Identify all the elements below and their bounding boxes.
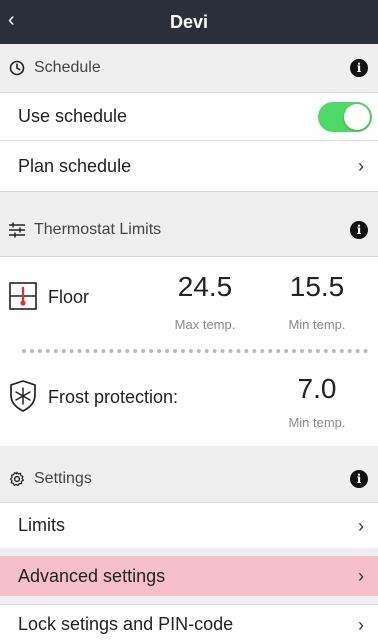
thermostat-info-icon[interactable]: i bbox=[350, 221, 368, 239]
floor-label: Floor bbox=[48, 287, 90, 307]
floor-sensor-icon bbox=[8, 281, 38, 311]
thermostat-section-header: Thermostat Limits i bbox=[0, 204, 378, 256]
use-schedule-toggle[interactable] bbox=[318, 101, 372, 132]
toggle-knob bbox=[344, 103, 370, 130]
chevron-right-icon: › bbox=[358, 156, 364, 176]
settings-item-label: Limits bbox=[18, 515, 66, 535]
schedule-section-title: Schedule bbox=[34, 59, 101, 76]
settings-item-label: Advanced settings bbox=[18, 565, 166, 586]
thermostat-limits-panel[interactable]: Floor 24.5 Max temp. 15.5 Min temp. Fros… bbox=[0, 256, 378, 446]
settings-item-limits[interactable]: Limits › bbox=[0, 502, 378, 548]
settings-item-lock-pin[interactable]: Lock setings and PIN-code › bbox=[0, 604, 378, 644]
frost-shield-icon bbox=[8, 379, 38, 413]
clock-icon bbox=[8, 59, 26, 77]
sliders-icon bbox=[8, 221, 26, 239]
schedule-info-icon[interactable]: i bbox=[350, 59, 368, 77]
chevron-right-icon: › bbox=[358, 614, 364, 635]
top-bar: ‹ Devi bbox=[0, 0, 378, 44]
floor-max-label: Max temp. bbox=[174, 317, 236, 332]
page-title: Devi bbox=[169, 12, 209, 32]
settings-section-header: Settings i bbox=[0, 456, 378, 502]
use-schedule-row: Use schedule bbox=[0, 92, 378, 140]
frost-min-label: Min temp. bbox=[288, 415, 346, 430]
settings-info-icon[interactable]: i bbox=[350, 470, 368, 488]
frost-min-value: 7.0 bbox=[297, 373, 337, 404]
chevron-right-icon: › bbox=[358, 566, 364, 586]
settings-item-label: Lock setings and PIN-code bbox=[18, 614, 234, 634]
dotted-divider bbox=[22, 349, 368, 353]
floor-min-label: Min temp. bbox=[288, 317, 346, 332]
plan-schedule-row[interactable]: Plan schedule › bbox=[0, 140, 378, 192]
settings-item-advanced[interactable]: Advanced settings › bbox=[0, 556, 378, 596]
gear-icon bbox=[8, 470, 26, 488]
chevron-right-icon: › bbox=[358, 515, 364, 536]
thermostat-section-title: Thermostat Limits bbox=[34, 221, 162, 238]
floor-max-value: 24.5 bbox=[177, 271, 233, 302]
floor-min-value: 15.5 bbox=[289, 271, 345, 302]
use-schedule-label: Use schedule bbox=[18, 106, 128, 126]
frost-protection-label: Frost protection: bbox=[48, 387, 179, 407]
settings-section-title: Settings bbox=[34, 470, 92, 487]
plan-schedule-label: Plan schedule bbox=[18, 155, 132, 176]
schedule-section-header: Schedule i bbox=[0, 44, 378, 92]
